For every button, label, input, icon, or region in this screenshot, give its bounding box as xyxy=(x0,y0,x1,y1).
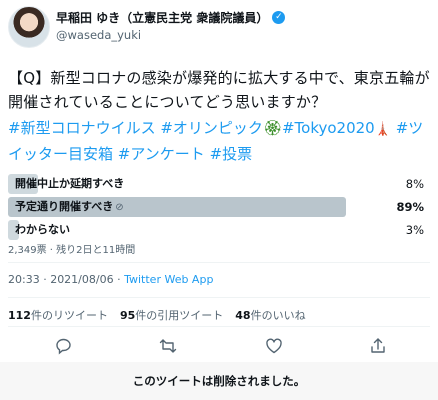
divider xyxy=(8,326,430,327)
hashtags: #新型コロナウイルス #オリンピック🏵#Tokyo2020🗼 #ツイッター目安箱… xyxy=(8,116,433,166)
poll-option-label: 開催中止か延期すべき xyxy=(15,177,125,190)
poll-option: わからない 3% xyxy=(8,220,430,240)
poll-option-label: わからない xyxy=(15,223,70,236)
hashtag-link[interactable]: #新型コロナウイルス xyxy=(8,119,156,137)
wreath-icon: 🏵 xyxy=(262,119,282,137)
poll: 開催中止か延期すべき 8% 予定通り開催すべき ⊘ 89% わからない 3% xyxy=(8,174,430,243)
like-icon[interactable] xyxy=(264,336,284,356)
verified-badge-icon: ✓ xyxy=(272,11,286,24)
action-bar xyxy=(0,336,438,358)
poll-option-percent: 3% xyxy=(405,223,424,237)
hashtag-link[interactable]: #アンケート xyxy=(118,145,205,163)
avatar[interactable] xyxy=(8,6,50,48)
timestamp: 20:33 · 2021/08/06 · Twitter Web App xyxy=(8,273,213,286)
likes-stat[interactable]: 48件のいいね xyxy=(235,307,305,323)
retweets-count: 112 xyxy=(8,309,31,322)
author-handle[interactable]: @waseda_yuki xyxy=(56,28,141,42)
retweets-stat[interactable]: 112件のリツイート xyxy=(8,307,108,323)
poll-meta: 2,349票 · 残り2日と11時間 xyxy=(8,245,136,256)
divider xyxy=(8,297,430,298)
timestamp-time[interactable]: 20:33 · 2021/08/06 · xyxy=(8,273,124,286)
divider xyxy=(8,262,430,263)
poll-option-percent: 89% xyxy=(396,200,424,214)
poll-option: 開催中止か延期すべき 8% xyxy=(8,174,430,194)
reply-icon[interactable] xyxy=(54,336,74,356)
engagement-stats: 112件のリツイート 95件の引用ツイート 48件のいいね xyxy=(8,307,306,323)
tweet-text: 【Q】新型コロナの感染が爆発的に拡大する中で、東京五輪が開催されていることについ… xyxy=(8,69,430,111)
share-icon[interactable] xyxy=(368,336,388,356)
hashtag-link[interactable]: #投票 xyxy=(210,145,253,163)
poll-option: 予定通り開催すべき ⊘ 89% xyxy=(8,197,430,217)
likes-label: 件のいいね xyxy=(250,309,306,322)
poll-option-label: 予定通り開催すべき ⊘ xyxy=(15,200,124,215)
likes-count: 48 xyxy=(235,309,251,322)
author-name-row: 早稲田 ゆき（立憲民主党 衆議院議員） ✓ xyxy=(56,9,286,26)
deleted-notice: このツイートは削除されました。 xyxy=(0,362,438,400)
hashtag-link[interactable]: #オリンピック xyxy=(160,119,263,137)
quotes-label: 件の引用ツイート xyxy=(135,309,224,322)
source-link[interactable]: Twitter Web App xyxy=(124,273,213,286)
quotes-stat[interactable]: 95件の引用ツイート xyxy=(120,307,223,323)
selected-check-icon: ⊘ xyxy=(115,202,124,213)
hashtag-link[interactable]: #Tokyo2020 xyxy=(282,119,375,137)
tokyo-tower-icon: 🗼 xyxy=(374,122,391,137)
display-name[interactable]: 早稲田 ゆき（立憲民主党 衆議院議員） xyxy=(56,9,268,26)
retweets-label: 件のリツイート xyxy=(30,309,108,322)
quotes-count: 95 xyxy=(119,309,136,322)
poll-option-text: 予定通り開催すべき xyxy=(15,200,114,213)
tweet-card: 早稲田 ゆき（立憲民主党 衆議院議員） ✓ @waseda_yuki 【Q】新型… xyxy=(0,0,438,362)
retweet-icon[interactable] xyxy=(158,336,178,356)
poll-option-percent: 8% xyxy=(405,177,424,191)
